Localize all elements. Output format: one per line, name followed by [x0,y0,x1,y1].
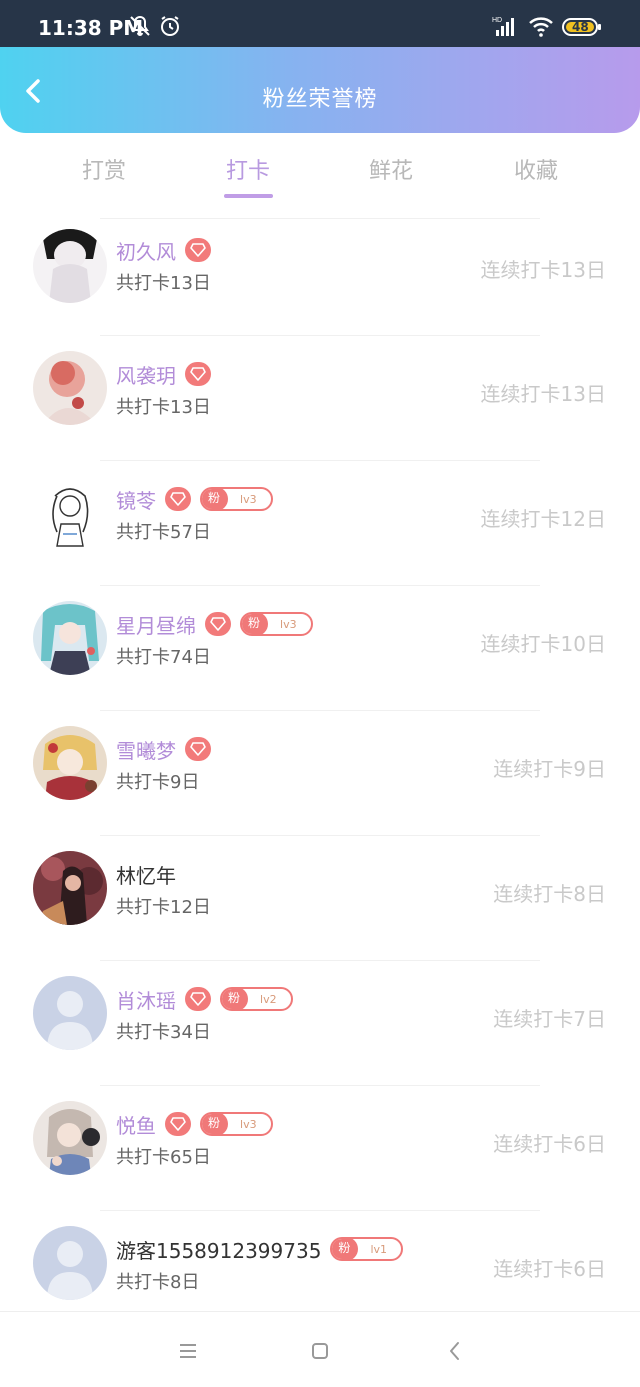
divider [100,1085,540,1086]
fan-tag: 粉 [222,989,249,1009]
streak-checkins: 连续打卡13日 [480,382,606,406]
avatar[interactable] [33,351,107,425]
total-checkins: 共打卡8日 [116,1272,200,1293]
streak-checkins: 连续打卡9日 [493,757,606,781]
system-nav-bar [0,1311,640,1387]
battery-level: 48 [572,20,589,34]
title-bar: 粉丝荣誉榜 [0,47,640,133]
status-bar: 11:38 PM HD 48 [0,0,640,47]
fan-level: lv1 [370,1242,388,1256]
tab-bar: 打赏 打卡 鲜花 收藏 [0,133,640,219]
divider [100,835,540,836]
streak-checkins: 连续打卡7日 [493,1007,606,1031]
home-square-icon[interactable] [305,1338,335,1364]
diamond-icon [165,487,191,511]
diamond-icon [185,737,211,761]
avatar[interactable] [33,1226,107,1300]
avatar[interactable] [33,726,107,800]
fan-level: lv3 [280,617,297,631]
total-checkins: 共打卡65日 [116,1147,211,1168]
avatar[interactable] [33,476,107,550]
divider [100,710,540,711]
user-name[interactable]: 悦鱼 [116,1110,156,1139]
list-item[interactable]: 悦鱼 粉 lv3 共打卡65日 连续打卡6日 [0,1094,640,1219]
list-item[interactable]: 初久风 共打卡13日 连续打卡13日 [0,219,640,344]
user-name[interactable]: 镜苓 [116,485,156,514]
user-name[interactable]: 星月昼绵 [116,610,196,639]
alarm-icon [158,14,182,42]
fan-tag: 粉 [242,614,269,634]
svg-text:HD: HD [492,17,502,24]
avatar[interactable] [33,601,107,675]
divider [100,1210,540,1211]
total-checkins: 共打卡9日 [116,772,200,793]
user-name[interactable]: 林忆年 [116,860,176,889]
fan-tag: 粉 [332,1239,359,1259]
page-title: 粉丝荣誉榜 [262,87,378,112]
total-checkins: 共打卡34日 [116,1022,211,1043]
diamond-icon [185,238,211,262]
tab-flowers[interactable]: 鲜花 [336,153,446,185]
fan-level-badge: 粉 lv1 [330,1237,404,1261]
list-item[interactable]: 雪曦梦 共打卡9日 连续打卡9日 [0,719,640,844]
list-item[interactable]: 肖沐瑶 粉 lv2 共打卡34日 连续打卡7日 [0,969,640,1094]
tab-favorites[interactable]: 收藏 [481,153,591,185]
avatar[interactable] [33,976,107,1050]
fan-level-badge: 粉 lv2 [220,987,293,1011]
total-checkins: 共打卡13日 [116,273,211,294]
user-name[interactable]: 肖沐瑶 [116,985,176,1014]
fan-level: lv3 [240,1117,257,1131]
hd-signal-icon: HD [492,14,520,42]
streak-checkins: 连续打卡13日 [480,258,606,282]
streak-checkins: 连续打卡10日 [480,632,606,656]
active-tab-indicator [224,194,273,198]
back-triangle-icon[interactable] [440,1338,470,1364]
total-checkins: 共打卡13日 [116,397,211,418]
total-checkins: 共打卡57日 [116,522,211,543]
diamond-icon [205,612,231,636]
diamond-icon [165,1112,191,1136]
total-checkins: 共打卡12日 [116,897,211,918]
fan-level-badge: 粉 lv3 [240,612,313,636]
streak-checkins: 连续打卡6日 [493,1132,606,1156]
fan-level: lv2 [260,992,277,1006]
fan-level: lv3 [240,492,257,506]
user-name[interactable]: 雪曦梦 [116,735,176,764]
avatar[interactable] [33,1101,107,1175]
user-name[interactable]: 风袭玥 [116,360,176,389]
list-item[interactable]: 风袭玥 共打卡13日 连续打卡13日 [0,344,640,469]
bell-off-icon [128,14,152,42]
divider [100,460,540,461]
streak-checkins: 连续打卡12日 [480,507,606,531]
diamond-icon [185,987,211,1011]
wifi-icon [528,14,554,42]
list-item[interactable]: 星月昼绵 粉 lv3 共打卡74日 连续打卡10日 [0,594,640,719]
list-item[interactable]: 镜苓 粉 lv3 共打卡57日 连续打卡12日 [0,469,640,594]
diamond-icon [185,362,211,386]
app-header: 11:38 PM HD 48 粉丝荣誉榜 [0,0,640,133]
total-checkins: 共打卡74日 [116,647,211,668]
divider [100,585,540,586]
fan-tag: 粉 [202,1114,229,1134]
divider [100,960,540,961]
menu-icon[interactable] [173,1338,203,1364]
list-item[interactable]: 林忆年 共打卡12日 连续打卡8日 [0,844,640,969]
streak-checkins: 连续打卡6日 [493,1257,606,1281]
tab-checkin[interactable]: 打卡 [193,153,303,185]
user-name[interactable]: 游客1558912399735 [116,1235,321,1264]
fan-level-badge: 粉 lv3 [200,1112,273,1136]
fan-level-badge: 粉 lv3 [200,487,273,511]
avatar[interactable] [33,851,107,925]
divider [100,335,540,336]
tab-reward[interactable]: 打赏 [49,153,159,185]
avatar[interactable] [33,229,107,303]
user-name[interactable]: 初久风 [116,236,176,265]
fan-tag: 粉 [202,489,229,509]
streak-checkins: 连续打卡8日 [493,882,606,906]
